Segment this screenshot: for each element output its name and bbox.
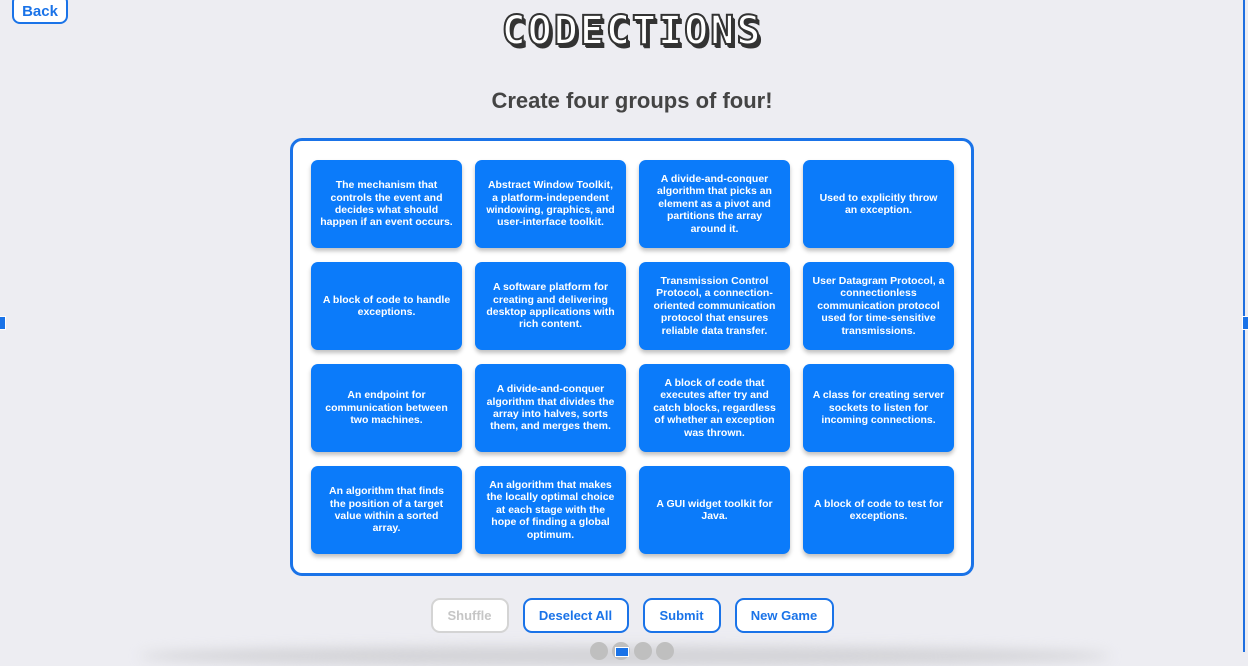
resize-handle-right[interactable] [1242, 316, 1248, 330]
resize-handle-left[interactable] [0, 316, 6, 330]
word-card[interactable]: An algorithm that finds the position of … [311, 466, 462, 554]
word-card[interactable]: A GUI widget toolkit for Java. [639, 466, 790, 554]
word-card[interactable]: A divide-and-conquer algorithm that divi… [475, 364, 626, 452]
resize-handle-bottom[interactable] [615, 647, 629, 657]
deselect-all-button[interactable]: Deselect All [522, 598, 629, 633]
mistake-dot [656, 642, 674, 660]
new-game-button[interactable]: New Game [734, 598, 834, 633]
word-card[interactable]: A divide-and-conquer algorithm that pick… [639, 160, 790, 248]
mistakes-remaining-dots [590, 642, 674, 660]
word-card[interactable]: User Datagram Protocol, a connectionless… [803, 262, 954, 350]
mistake-dot [590, 642, 608, 660]
word-card[interactable]: A block of code to test for exceptions. [803, 466, 954, 554]
word-card[interactable]: An algorithm that makes the locally opti… [475, 466, 626, 554]
shuffle-button[interactable]: Shuffle [430, 598, 509, 633]
word-card[interactable]: A class for creating server sockets to l… [803, 364, 954, 452]
game-controls: Shuffle Deselect All Submit New Game [0, 598, 1248, 633]
mistake-dot [634, 642, 652, 660]
app-logo: CODECTIONS [501, 7, 763, 55]
word-card[interactable]: The mechanism that controls the event an… [311, 160, 462, 248]
word-card[interactable]: A block of code that executes after try … [639, 364, 790, 452]
word-card[interactable]: A software platform for creating and del… [475, 262, 626, 350]
submit-button[interactable]: Submit [642, 598, 721, 633]
word-card[interactable]: Used to explicitly throw an exception. [803, 160, 954, 248]
card-grid: The mechanism that controls the event an… [290, 138, 974, 576]
word-card[interactable]: A block of code to handle exceptions. [311, 262, 462, 350]
word-card[interactable]: Transmission Control Protocol, a connect… [639, 262, 790, 350]
word-card[interactable]: Abstract Window Toolkit, a platform-inde… [475, 160, 626, 248]
word-card[interactable]: An endpoint for communication between tw… [311, 364, 462, 452]
instructions-heading: Create four groups of four! [491, 88, 773, 113]
